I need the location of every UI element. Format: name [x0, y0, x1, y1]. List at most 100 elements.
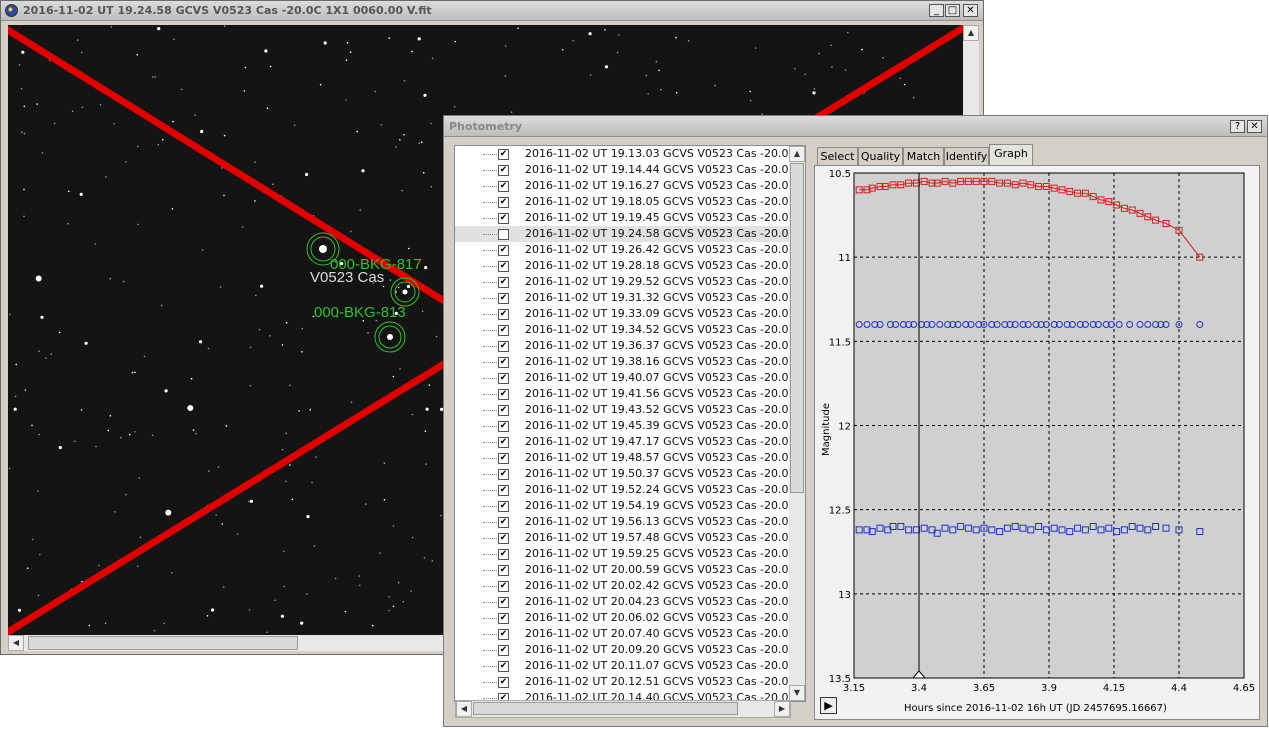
list-item[interactable]: ✔ 2016-11-02 UT 20.00.59 GCVS V0523 Cas -… — [455, 562, 801, 578]
list-item[interactable]: ✔ 2016-11-02 UT 19.38.16 GCVS V0523 Cas -… — [455, 354, 801, 370]
list-item[interactable]: ✔ 2016-11-02 UT 19.19.45 GCVS V0523 Cas -… — [455, 210, 801, 226]
file-checkbox[interactable]: ✔ — [498, 501, 509, 512]
list-item[interactable]: ✔ 2016-11-02 UT 19.59.25 GCVS V0523 Cas -… — [455, 546, 801, 562]
file-checkbox[interactable]: ✔ — [498, 613, 509, 624]
file-checkbox[interactable]: ✔ — [498, 645, 509, 656]
file-checkbox[interactable]: ✔ — [498, 165, 509, 176]
list-item[interactable]: ✔ 2016-11-02 UT 19.36.37 GCVS V0523 Cas -… — [455, 338, 801, 354]
list-item[interactable]: ✔ 2016-11-02 UT 20.09.20 GCVS V0523 Cas -… — [455, 642, 801, 658]
tab-quality[interactable]: Quality — [858, 147, 903, 167]
list-item[interactable]: ✔ 2016-11-02 UT 20.11.07 GCVS V0523 Cas -… — [455, 658, 801, 674]
list-item[interactable]: ✔ 2016-11-02 UT 20.04.23 GCVS V0523 Cas -… — [455, 594, 801, 610]
star — [157, 144, 160, 146]
file-checkbox[interactable]: ✔ — [498, 197, 509, 208]
list-item[interactable]: ✔ 2016-11-02 UT 19.13.03 GCVS V0523 Cas -… — [455, 146, 801, 162]
list-scroll-thumb[interactable] — [790, 163, 804, 493]
file-checkbox[interactable]: ✔ — [498, 341, 509, 352]
play-button[interactable]: ▶ — [820, 697, 837, 714]
list-item[interactable]: ✔ 2016-11-02 UT 20.07.40 GCVS V0523 Cas -… — [455, 626, 801, 642]
list-item[interactable]: ✔ 2016-11-02 UT 19.28.18 GCVS V0523 Cas -… — [455, 258, 801, 274]
file-checkbox[interactable]: ✔ — [498, 261, 509, 272]
tab-match[interactable]: Match — [903, 147, 944, 167]
list-scroll-down-icon[interactable]: ▼ — [789, 685, 805, 701]
file-label: 2016-11-02 UT 19.54.19 GCVS V0523 Cas -2… — [525, 499, 801, 512]
list-scroll-up-icon[interactable]: ▲ — [789, 146, 805, 162]
list-item[interactable]: ✔ 2016-11-02 UT 19.50.37 GCVS V0523 Cas -… — [455, 466, 801, 482]
star — [844, 69, 847, 71]
list-item[interactable]: ✔ 2016-11-02 UT 19.52.24 GCVS V0523 Cas -… — [455, 482, 801, 498]
file-list-vertical-scrollbar[interactable]: ▲ ▼ — [789, 146, 805, 701]
horizontal-scroll-thumb[interactable] — [28, 636, 298, 650]
file-checkbox[interactable]: ✔ — [498, 661, 509, 672]
list-item[interactable]: ✔ 2016-11-02 UT 19.26.42 GCVS V0523 Cas -… — [455, 242, 801, 258]
file-checkbox[interactable]: ✔ — [498, 357, 509, 368]
file-checkbox[interactable]: ✔ — [498, 325, 509, 336]
file-checkbox[interactable]: ✔ — [498, 437, 509, 448]
list-item[interactable]: ✔ 2016-11-02 UT 19.14.44 GCVS V0523 Cas -… — [455, 162, 801, 178]
list-item[interactable]: ✔ 2016-11-02 UT 19.34.52 GCVS V0523 Cas -… — [455, 322, 801, 338]
file-checkbox[interactable]: ✔ — [498, 277, 509, 288]
star — [383, 499, 386, 501]
file-checkbox[interactable]: ✔ — [498, 677, 509, 688]
file-checkbox[interactable]: ✔ — [498, 245, 509, 256]
file-checkbox[interactable]: ✔ — [498, 213, 509, 224]
list-item[interactable]: ✔ 2016-11-02 UT 19.48.57 GCVS V0523 Cas -… — [455, 450, 801, 466]
photometry-close-button[interactable]: ✕ — [1247, 120, 1262, 133]
file-checkbox[interactable]: ✔ — [498, 469, 509, 480]
file-checkbox[interactable]: ✔ — [498, 533, 509, 544]
list-item[interactable]: 2016-11-02 UT 19.24.58 GCVS V0523 Cas -2… — [455, 226, 801, 242]
tab-identify[interactable]: Identify — [944, 147, 989, 167]
list-item[interactable]: ✔ 2016-11-02 UT 19.33.09 GCVS V0523 Cas -… — [455, 306, 801, 322]
star — [283, 550, 285, 553]
file-label: 2016-11-02 UT 19.13.03 GCVS V0523 Cas -2… — [525, 147, 801, 160]
file-checkbox[interactable]: ✔ — [498, 629, 509, 640]
list-item[interactable]: ✔ 2016-11-02 UT 19.40.07 GCVS V0523 Cas -… — [455, 370, 801, 386]
tab-select[interactable]: Select — [817, 147, 858, 167]
list-item[interactable]: ✔ 2016-11-02 UT 20.06.02 GCVS V0523 Cas -… — [455, 610, 801, 626]
file-checkbox[interactable]: ✔ — [498, 549, 509, 560]
close-button[interactable]: ✕ — [963, 4, 978, 17]
list-hscroll-thumb[interactable] — [473, 702, 738, 715]
list-item[interactable]: ✔ 2016-11-02 UT 19.54.19 GCVS V0523 Cas -… — [455, 498, 801, 514]
photometry-titlebar[interactable]: Photometry ? ✕ — [444, 116, 1267, 137]
list-item[interactable]: ✔ 2016-11-02 UT 20.12.51 GCVS V0523 Cas -… — [455, 674, 801, 690]
list-item[interactable]: ✔ 2016-11-02 UT 20.02.42 GCVS V0523 Cas -… — [455, 578, 801, 594]
file-checkbox[interactable]: ✔ — [498, 581, 509, 592]
file-checkbox[interactable]: ✔ — [498, 453, 509, 464]
list-item[interactable]: ✔ 2016-11-02 UT 19.31.32 GCVS V0523 Cas -… — [455, 290, 801, 306]
minimize-button[interactable]: _ — [929, 4, 944, 17]
list-item[interactable]: ✔ 2016-11-02 UT 19.43.52 GCVS V0523 Cas -… — [455, 402, 801, 418]
file-checkbox[interactable]: ✔ — [498, 309, 509, 320]
star — [604, 65, 609, 69]
file-checkbox[interactable]: ✔ — [498, 485, 509, 496]
file-checkbox[interactable]: ✔ — [498, 421, 509, 432]
help-button[interactable]: ? — [1230, 120, 1245, 133]
file-checkbox[interactable]: ✔ — [498, 149, 509, 160]
file-checkbox[interactable]: ✔ — [498, 597, 509, 608]
light-curve-plot[interactable]: 3.15 3.4 3.65 3.9 4.15 4.4 4.6510.51111.51212.… — [815, 166, 1259, 719]
list-item[interactable]: ✔ 2016-11-02 UT 19.57.48 GCVS V0523 Cas -… — [455, 530, 801, 546]
list-item[interactable]: ✔ 2016-11-02 UT 19.29.52 GCVS V0523 Cas -… — [455, 274, 801, 290]
file-list[interactable]: ✔ 2016-11-02 UT 19.13.03 GCVS V0523 Cas -… — [454, 145, 806, 702]
list-item[interactable]: ✔ 2016-11-02 UT 19.47.17 GCVS V0523 Cas -… — [455, 434, 801, 450]
list-scroll-left-icon[interactable]: ◀ — [456, 701, 472, 717]
list-item[interactable]: ✔ 2016-11-02 UT 19.16.27 GCVS V0523 Cas -… — [455, 178, 801, 194]
file-checkbox[interactable]: ✔ — [498, 405, 509, 416]
list-item[interactable]: ✔ 2016-11-02 UT 19.18.05 GCVS V0523 Cas -… — [455, 194, 801, 210]
file-checkbox[interactable]: ✔ — [498, 565, 509, 576]
file-checkbox[interactable]: ✔ — [498, 517, 509, 528]
image-window-titlebar[interactable]: 2016-11-02 UT 19.24.58 GCVS V0523 Cas -2… — [1, 1, 983, 21]
list-item[interactable]: ✔ 2016-11-02 UT 19.45.39 GCVS V0523 Cas -… — [455, 418, 801, 434]
file-checkbox[interactable]: ✔ — [498, 181, 509, 192]
file-checkbox[interactable]: ✔ — [498, 389, 509, 400]
scroll-up-arrow-icon[interactable]: ▲ — [963, 25, 979, 41]
list-item[interactable]: ✔ 2016-11-02 UT 19.56.13 GCVS V0523 Cas -… — [455, 514, 801, 530]
list-scroll-right-icon[interactable]: ▶ — [774, 701, 790, 717]
maximize-button[interactable]: □ — [945, 4, 960, 17]
file-checkbox[interactable] — [498, 229, 509, 240]
file-checkbox[interactable]: ✔ — [498, 373, 509, 384]
list-item[interactable]: ✔ 2016-11-02 UT 19.41.56 GCVS V0523 Cas -… — [455, 386, 801, 402]
scroll-left-arrow-icon[interactable]: ◀ — [8, 635, 24, 651]
file-checkbox[interactable]: ✔ — [498, 293, 509, 304]
file-list-horizontal-scrollbar[interactable]: ◀ ▶ — [455, 700, 791, 718]
